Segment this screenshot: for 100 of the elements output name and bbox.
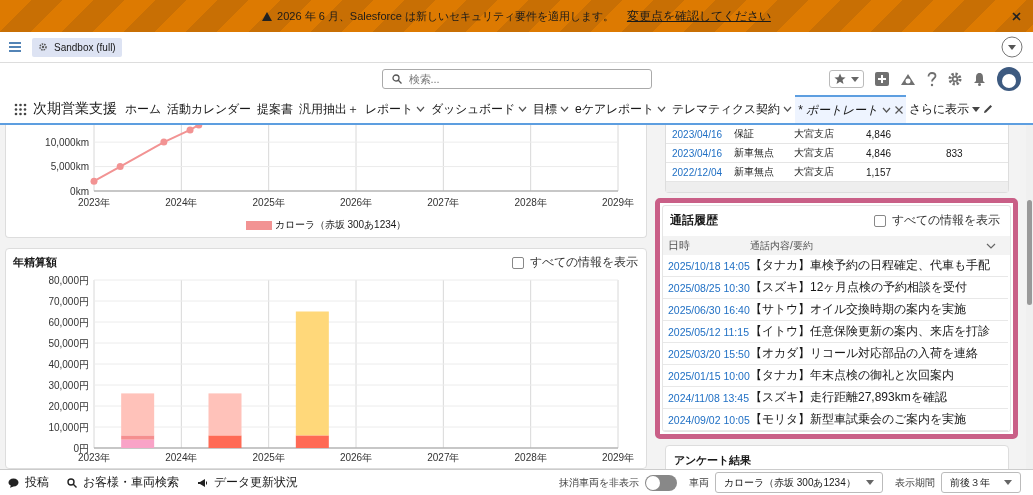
- avatar-icon[interactable]: [997, 67, 1021, 91]
- table-cell[interactable]: 2025/06/30 16:40: [663, 303, 750, 316]
- chevron-icon[interactable]: [416, 106, 425, 112]
- table-cell-text: 【オカダ】リコール対応部品の入荷を連絡: [750, 345, 979, 362]
- axis-label: 70,000円: [48, 295, 89, 307]
- chevron-icon[interactable]: [986, 242, 997, 249]
- axis-label: 20,000円: [48, 400, 89, 412]
- caret-icon[interactable]: [851, 76, 859, 82]
- table-cell-text: 大宮支店: [794, 127, 835, 141]
- axis-label: 2028年: [514, 197, 547, 208]
- table-cell-text: 保証: [734, 127, 755, 141]
- table-cell-text: 【イトウ】任意保険更新の案内、来店を打診: [750, 323, 991, 340]
- axis-label: 2024年: [165, 452, 198, 463]
- period-select[interactable]: 前後３年: [941, 472, 1021, 493]
- chevron-icon[interactable]: [518, 106, 527, 112]
- caret-icon: [866, 480, 874, 485]
- pencil-icon[interactable]: [982, 104, 993, 114]
- card-title: 通話履歴: [670, 212, 718, 229]
- caret-icon: [1004, 480, 1012, 485]
- chevron-icon[interactable]: [560, 106, 569, 112]
- table-cell[interactable]: 2025/01/15 10:00: [663, 369, 750, 382]
- table-cell[interactable]: 2023/04/16: [672, 147, 734, 159]
- search-icon: [391, 74, 402, 84]
- checkbox[interactable]: [512, 256, 524, 269]
- checkbox[interactable]: [874, 214, 887, 227]
- nav-tab[interactable]: 活動カレンダー: [164, 95, 254, 123]
- dropdown-icon[interactable]: [1001, 36, 1023, 58]
- card-title: 年精算額: [13, 255, 57, 270]
- table-cell[interactable]: 2025/03/20 15:50: [663, 347, 750, 360]
- scrollbar-thumb[interactable]: [1027, 200, 1033, 305]
- nav-tab[interactable]: ダッシュボード: [428, 95, 530, 123]
- app-name: 次期営業支援: [33, 100, 117, 118]
- table-cell[interactable]: 2025/10/18 14:05: [663, 259, 750, 272]
- axis-label: 2029年: [601, 197, 635, 208]
- axis-label: 2026年: [339, 197, 373, 208]
- table-cell[interactable]: 2024/09/02 10:05: [663, 413, 750, 426]
- table-cell[interactable]: 2025/08/25 10:30: [663, 281, 750, 294]
- utility-item[interactable]: お客様・車両検索: [67, 474, 179, 491]
- table-cell[interactable]: 2022/12/04: [672, 166, 734, 178]
- help-icon[interactable]: [927, 71, 937, 87]
- axis-label: 2028年: [514, 452, 547, 463]
- table-cell-text: 【タナカ】車検予約の日程確定、代車も手配: [750, 257, 991, 274]
- axis-label: 50,000円: [48, 337, 89, 349]
- axis-label: 2026年: [339, 452, 373, 463]
- table-cell-text: 1,157: [866, 166, 893, 178]
- vehicle-select[interactable]: カローラ（赤坂 300あ1234）: [715, 472, 883, 493]
- nav-tab[interactable]: 提案書: [254, 95, 296, 123]
- bell-icon[interactable]: [973, 72, 986, 86]
- chevron-icon[interactable]: [881, 107, 891, 113]
- axis-label: 2029年: [601, 452, 635, 463]
- nav-tab[interactable]: 汎用抽出＋: [296, 95, 362, 123]
- axis-label: 40,000円: [48, 358, 89, 370]
- close-icon[interactable]: [1012, 12, 1021, 21]
- table-cell-text: 4,846: [866, 128, 893, 140]
- search-icon: [67, 477, 77, 488]
- nav-tab[interactable]: eケアレポート: [572, 95, 669, 123]
- toggle-label: 抹消車両を非表示: [559, 475, 639, 490]
- column-header[interactable]: 日時: [663, 238, 750, 253]
- nav-tab[interactable]: * ポートレート: [794, 95, 906, 123]
- toggle-switch[interactable]: [645, 474, 677, 491]
- axis-label: 2023年: [77, 197, 111, 208]
- table-cell-text: 新車無点: [734, 146, 775, 160]
- search-field[interactable]: 検索...: [381, 69, 652, 89]
- nav-tab[interactable]: 目標: [530, 95, 572, 123]
- axis-label: 60,000円: [48, 316, 89, 328]
- data-point: [116, 163, 124, 171]
- nav-tab[interactable]: レポート: [362, 95, 428, 123]
- checkbox-label: すべての情報を表示: [530, 255, 638, 270]
- field-label: 表示期間: [895, 475, 935, 490]
- table-cell-text: 【スズキ】12ヶ月点検の予約相談を受付: [750, 279, 969, 296]
- utility-item[interactable]: 投稿: [8, 474, 49, 491]
- favorites-button[interactable]: [829, 70, 864, 88]
- app-launcher-icon[interactable]: [14, 102, 27, 116]
- table-cell[interactable]: 2023/04/16: [672, 128, 734, 140]
- table-cell-text: 4,846: [866, 147, 893, 159]
- more-tabs-menu[interactable]: さらに表示: [905, 100, 983, 118]
- menu-icon[interactable]: [9, 42, 21, 52]
- column-header[interactable]: 通話内容/要約: [750, 238, 987, 253]
- chevron-icon[interactable]: [656, 106, 666, 112]
- legend-label: カローラ（赤坂 300あ1234）: [274, 218, 407, 232]
- utility-item[interactable]: データ更新状況: [197, 474, 298, 491]
- close-icon[interactable]: [894, 106, 903, 114]
- table-cell[interactable]: 2025/05/12 11:15: [663, 325, 750, 338]
- axis-label: 2025年: [252, 452, 285, 463]
- nav-tab[interactable]: テレマティクス契約: [668, 95, 795, 123]
- axis-label: 80,000円: [48, 274, 89, 286]
- table-cell-text: 大宮支店: [794, 165, 835, 179]
- banner-link[interactable]: 変更点を確認してください: [626, 7, 771, 25]
- axis-label: 2027年: [427, 197, 460, 208]
- plus-icon[interactable]: [875, 72, 889, 86]
- nav-tab[interactable]: ホーム: [122, 95, 164, 123]
- table-cell[interactable]: 2024/11/08 13:45: [663, 391, 750, 404]
- axis-label: 0km: [70, 185, 89, 197]
- field-label: 車両: [689, 475, 709, 490]
- axis-label: 0円: [73, 442, 89, 454]
- gear-icon: [38, 42, 48, 52]
- org-name: Sandbox (full): [54, 41, 116, 53]
- chevron-icon[interactable]: [782, 106, 792, 112]
- data-point: [90, 177, 98, 185]
- settings-icon[interactable]: [948, 72, 962, 86]
